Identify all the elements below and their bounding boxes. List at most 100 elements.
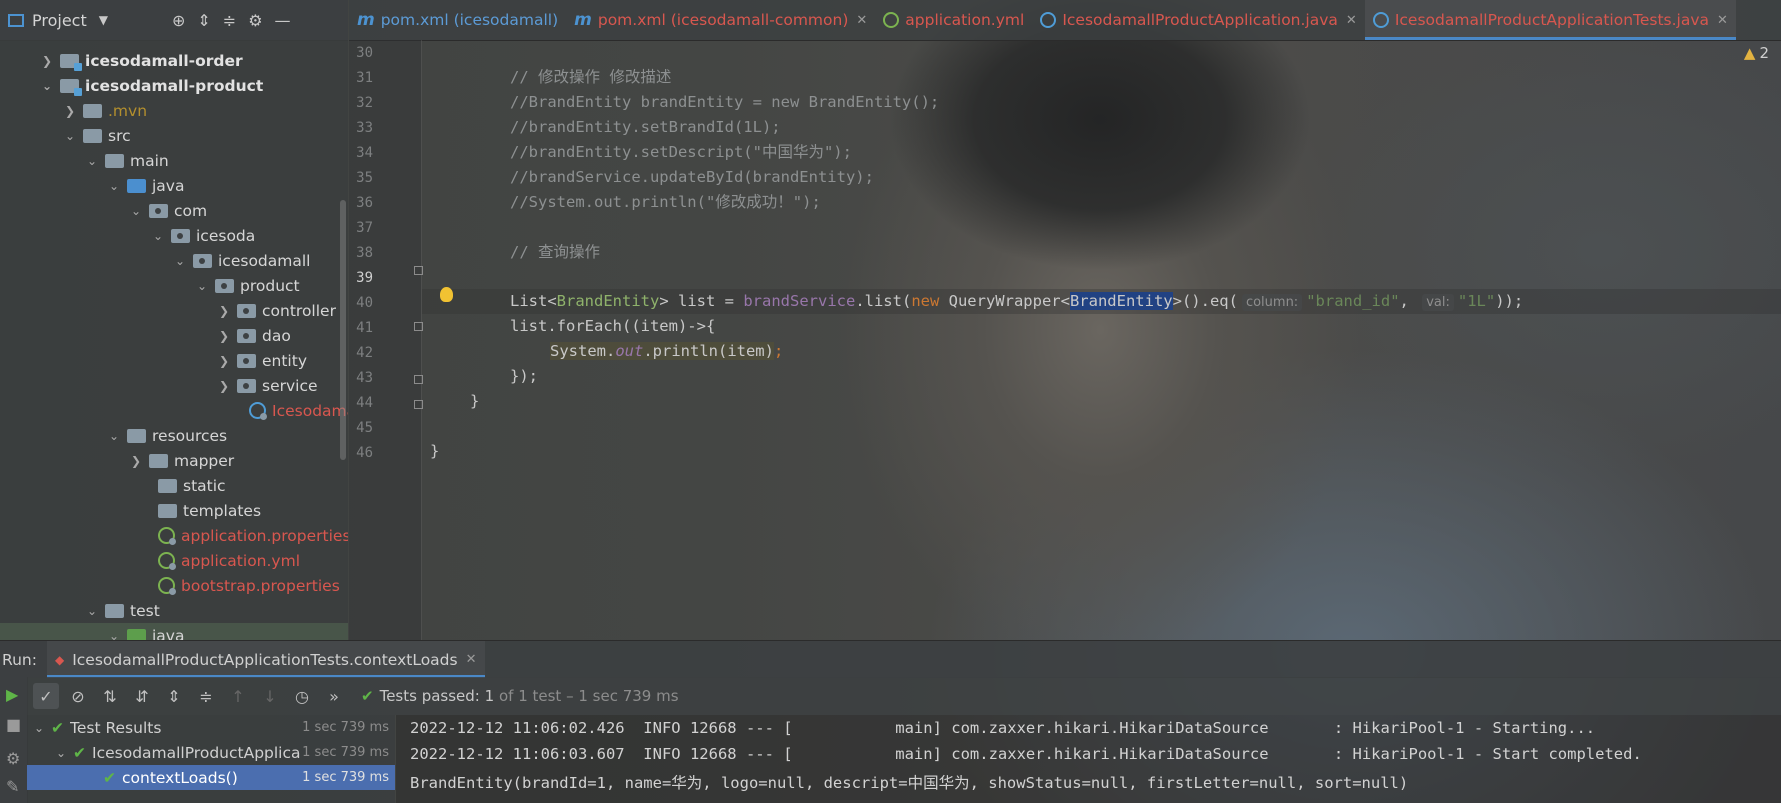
code-line[interactable]: list.forEach((item)->{ (510, 314, 715, 339)
console-output[interactable]: 2022-12-12 11:06:02.426 INFO 12668 --- [… (396, 715, 1781, 803)
inspection-warnings[interactable]: ▲ 2 (1744, 44, 1769, 62)
sort-alpha-icon[interactable]: ⇅ (97, 683, 123, 709)
collapse-all-icon[interactable]: ≑ (193, 683, 219, 709)
show-passed-icon[interactable]: ✓ (33, 683, 59, 709)
chevron-down-icon[interactable]: ⌄ (129, 204, 143, 218)
collapse-all-icon[interactable]: ≑ (223, 11, 236, 30)
expand-all-icon[interactable]: ⇕ (197, 11, 210, 30)
tab-pom-icesodamall[interactable]: m pom.xml (icesodamall) (349, 0, 566, 40)
chevron-down-icon[interactable]: ⌄ (53, 746, 69, 760)
tree-item-mvn[interactable]: ❯ .mvn (63, 98, 147, 123)
tree-item-service[interactable]: ❯ service (217, 373, 318, 398)
tree-item-icesodamall-product[interactable]: ⌄ icesodamall-product (40, 73, 263, 98)
tree-item-test-java[interactable]: ⌄ java (0, 623, 348, 640)
project-view-icon[interactable] (8, 13, 24, 27)
tree-item-main[interactable]: ⌄ main (85, 148, 169, 173)
stop-icon[interactable]: ■ (6, 715, 21, 734)
chevron-down-icon[interactable]: ⌄ (85, 154, 99, 168)
chevron-down-icon[interactable]: ⌄ (63, 129, 77, 143)
tree-item-templates[interactable]: templates (158, 498, 261, 523)
tree-item-test[interactable]: ⌄ test (85, 598, 160, 623)
tree-item-src[interactable]: ⌄ src (63, 123, 131, 148)
tree-item-java[interactable]: ⌄ java (107, 173, 185, 198)
tree-scrollbar[interactable] (340, 200, 346, 460)
code-line[interactable]: }); (510, 364, 538, 389)
chevron-right-icon[interactable]: ❯ (217, 329, 231, 343)
settings-icon[interactable]: ⚙ (6, 749, 20, 768)
intention-bulb-icon[interactable] (440, 287, 453, 302)
test-row-method[interactable]: ✔ contextLoads() 1 sec 739 ms (27, 765, 395, 790)
gear-icon[interactable]: ⚙ (248, 11, 262, 30)
tree-item-application-yml[interactable]: application.yml (158, 548, 300, 573)
expand-all-icon[interactable]: ⇕ (161, 683, 187, 709)
code-line[interactable]: //brandEntity.setBrandId(1L); (510, 115, 781, 140)
rerun-icon[interactable]: ▶ (6, 685, 18, 704)
chevron-down-icon[interactable]: ⌄ (40, 79, 54, 93)
test-row-class[interactable]: ⌄ ✔ IcesodamallProductApplica 1 sec 739 … (27, 740, 395, 765)
tab-application-yml[interactable]: application.yml (875, 0, 1032, 40)
locate-icon[interactable]: ⊕ (172, 11, 185, 30)
tree-item-application-class[interactable]: Icesodama (249, 398, 348, 423)
fold-marker-icon[interactable] (414, 375, 423, 384)
test-row-root[interactable]: ⌄ ✔ Test Results 1 sec 739 ms (27, 715, 395, 740)
tree-item-bootstrap-properties[interactable]: bootstrap.properties (158, 573, 340, 598)
more-icon[interactable]: » (321, 683, 347, 709)
chevron-right-icon[interactable]: ❯ (217, 304, 231, 318)
chevron-right-icon[interactable]: ❯ (129, 454, 143, 468)
tree-item-icesoda[interactable]: ⌄ icesoda (151, 223, 255, 248)
fold-marker-icon[interactable] (414, 266, 423, 275)
chevron-down-icon[interactable]: ⌄ (195, 279, 209, 293)
fold-marker-icon[interactable] (414, 322, 423, 331)
code-line[interactable]: // 查询操作 (510, 240, 600, 265)
chevron-right-icon[interactable]: ❯ (63, 104, 77, 118)
history-icon[interactable]: ◷ (289, 683, 315, 709)
fold-marker-icon[interactable] (414, 400, 423, 409)
tree-item-product[interactable]: ⌄ product (195, 273, 300, 298)
chevron-right-icon[interactable]: ❯ (217, 354, 231, 368)
chevron-down-icon[interactable]: ⌄ (107, 179, 121, 193)
chevron-down-icon[interactable]: ⌄ (107, 629, 121, 641)
tree-item-icesodamall-order[interactable]: ❯ icesodamall-order (40, 48, 243, 73)
tab-product-application[interactable]: IcesodamallProductApplication.java ✕ (1032, 0, 1365, 40)
tree-item-controller[interactable]: ❯ controller (217, 298, 336, 323)
previous-icon[interactable]: ↑ (225, 683, 251, 709)
close-icon[interactable]: ✕ (1346, 13, 1357, 28)
code-line[interactable]: } (430, 439, 439, 464)
tree-item-icesodamall[interactable]: ⌄ icesodamall (173, 248, 311, 273)
chevron-right-icon[interactable]: ❯ (40, 54, 54, 68)
show-ignored-icon[interactable]: ⊘ (65, 683, 91, 709)
tree-item-static[interactable]: static (158, 473, 226, 498)
project-panel-title[interactable]: Project (32, 11, 87, 30)
code-line[interactable]: //System.out.println("修改成功！"); (510, 190, 821, 215)
chevron-down-icon[interactable]: ⌄ (151, 229, 165, 243)
tab-product-application-tests[interactable]: IcesodamallProductApplicationTests.java … (1364, 0, 1737, 40)
chevron-down-icon[interactable]: ⌄ (85, 604, 99, 618)
code-line[interactable]: } (470, 389, 479, 414)
code-line[interactable]: // 修改操作 修改描述 (510, 65, 671, 90)
chevron-right-icon[interactable]: ❯ (217, 379, 231, 393)
tree-item-mapper[interactable]: ❯ mapper (129, 448, 234, 473)
tree-item-application-properties[interactable]: application.properties (158, 523, 348, 548)
close-icon[interactable]: ✕ (856, 13, 867, 28)
tree-item-com[interactable]: ⌄ com (129, 198, 207, 223)
tree-item-entity[interactable]: ❯ entity (217, 348, 307, 373)
sort-duration-icon[interactable]: ⇵ (129, 683, 155, 709)
tree-item-resources[interactable]: ⌄ resources (107, 423, 227, 448)
chevron-down-icon[interactable]: ▼ (99, 13, 108, 27)
code-line[interactable]: //BrandEntity brandEntity = new BrandEnt… (510, 90, 939, 115)
chevron-down-icon[interactable]: ⌄ (107, 429, 121, 443)
close-icon[interactable]: ✕ (466, 652, 477, 667)
chevron-down-icon[interactable]: ⌄ (173, 254, 187, 268)
chevron-down-icon[interactable]: ⌄ (31, 721, 47, 735)
tab-pom-icesodamall-common[interactable]: m pom.xml (icesodamall-common) ✕ (566, 0, 875, 40)
close-icon[interactable]: ✕ (1717, 13, 1728, 28)
code-line[interactable]: //brandService.updateById(brandEntity); (510, 165, 874, 190)
next-icon[interactable]: ↓ (257, 683, 283, 709)
wrench-icon[interactable]: ✎ (6, 777, 19, 796)
tree-item-dao[interactable]: ❯ dao (217, 323, 291, 348)
minimize-icon[interactable]: — (275, 11, 291, 30)
code-line[interactable]: System.out.println(item); (550, 339, 783, 364)
code-line-current[interactable]: List<BrandEntity> list = brandService.li… (510, 289, 1523, 314)
code-line[interactable]: //brandEntity.setDescript("中国华为"); (510, 140, 852, 165)
run-config-tab[interactable]: ◆ IcesodamallProductApplicationTests.con… (46, 641, 485, 678)
